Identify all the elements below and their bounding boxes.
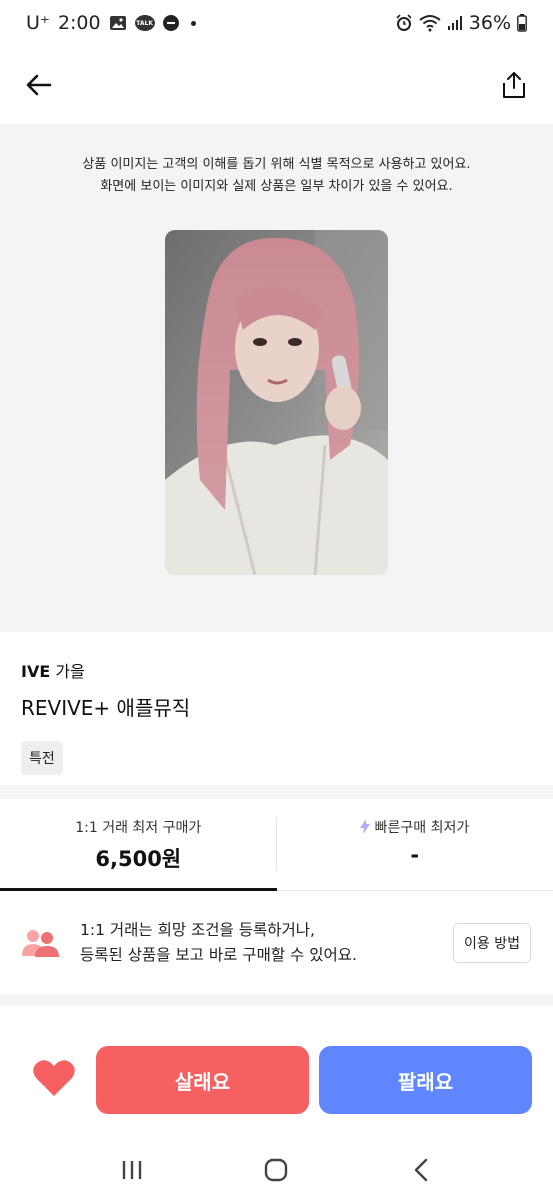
section-divider (0, 785, 553, 799)
product-image-area: 상품 이미지는 고객의 이해를 돕기 위해 식별 목적으로 사용하고 있어요. … (0, 124, 553, 632)
product-tag: 특전 (21, 741, 63, 775)
home-icon (265, 1158, 288, 1182)
trade-info-line-2: 등록된 상품을 보고 바로 구매할 수 있어요. (80, 946, 357, 964)
system-nav-bar (0, 1140, 553, 1200)
action-bar: 살래요 팔래요 (0, 1044, 553, 1116)
lightning-icon (360, 819, 371, 834)
alarm-icon (395, 14, 413, 32)
share-button[interactable] (497, 68, 531, 102)
wishlist-button[interactable] (32, 1058, 76, 1098)
recent-apps-icon (122, 1161, 142, 1179)
product-info: IVE 가을 REVIVE+ 애플뮤직 특전 (21, 658, 531, 775)
notice-line-1: 상품 이미지는 고객의 이해를 돕기 위해 식별 목적으로 사용하고 있어요. (82, 157, 471, 172)
battery-label: 36% (468, 12, 511, 34)
product-title: REVIVE+ 애플뮤직 (21, 696, 191, 720)
recent-apps-button[interactable] (112, 1150, 152, 1190)
artist-member: 가을 (55, 662, 85, 681)
arrow-left-icon (26, 74, 52, 96)
share-icon (503, 72, 525, 98)
tab-direct-trade-label: 1:1 거래 최저 구매가 (75, 820, 202, 836)
back-button[interactable] (22, 68, 56, 102)
notice-line-2: 화면에 보이는 이미지와 실제 상품은 일부 차이가 있을 수 있어요. (100, 179, 453, 194)
carrier-label: U⁺ (26, 12, 50, 34)
users-icon (22, 930, 59, 957)
signal-icon (447, 15, 463, 31)
trade-info-text: 1:1 거래는 희망 조건을 등록하거나, 등록된 상품을 보고 바로 구매할 … (80, 918, 453, 968)
dnd-icon (162, 15, 179, 31)
tab-direct-trade[interactable]: 1:1 거래 최저 구매가 6,500원 (0, 799, 277, 891)
tab-direct-trade-price: 6,500원 (95, 847, 182, 871)
trade-info-row: 1:1 거래는 희망 조건을 등록하거나, 등록된 상품을 보고 바로 구매할 … (0, 892, 553, 994)
artist-group: IVE (21, 662, 51, 681)
buy-button[interactable]: 살래요 (96, 1046, 309, 1114)
how-to-use-button[interactable]: 이용 방법 (453, 923, 531, 963)
wifi-icon (419, 14, 441, 32)
time-label: 2:00 (57, 12, 101, 34)
section-divider-2 (0, 994, 553, 1006)
home-button[interactable] (256, 1150, 296, 1190)
tab-quick-buy-label: 빠른구매 최저가 (374, 820, 470, 836)
tab-quick-buy-label-row: 빠른구매 최저가 (277, 817, 553, 837)
sell-button[interactable]: 팔래요 (319, 1046, 532, 1114)
tab-quick-buy-price: - (410, 843, 420, 867)
artist-line: IVE 가을 (21, 658, 531, 682)
tab-quick-buy[interactable]: 빠른구매 최저가 - (277, 799, 553, 890)
price-tabs: 1:1 거래 최저 구매가 6,500원 빠른구매 최저가 - (0, 799, 553, 891)
image-notice: 상품 이미지는 고객의 이해를 돕기 위해 식별 목적으로 사용하고 있어요. … (0, 154, 553, 198)
product-photo[interactable] (165, 230, 388, 575)
heart-icon (33, 1060, 75, 1096)
battery-icon (517, 14, 527, 32)
notification-dot-icon (190, 20, 196, 26)
gallery-icon (109, 15, 127, 31)
system-back-button[interactable] (401, 1150, 441, 1190)
talk-icon: TALK (134, 15, 155, 31)
chevron-left-icon (414, 1158, 428, 1182)
app-header (0, 46, 553, 124)
status-bar: U⁺ 2:00 TALK 36% (0, 0, 553, 46)
trade-info-line-1: 1:1 거래는 희망 조건을 등록하거나, (80, 921, 315, 939)
